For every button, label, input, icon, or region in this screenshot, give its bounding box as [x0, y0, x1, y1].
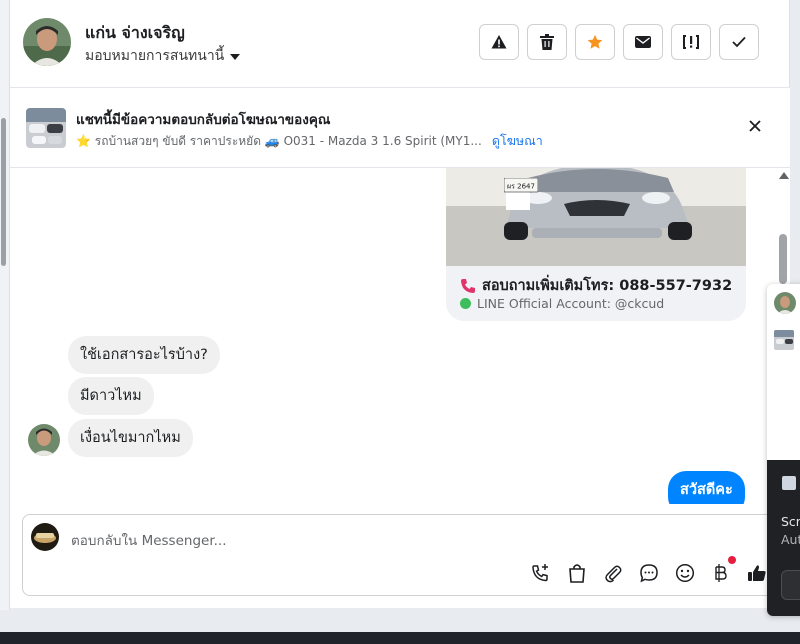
- notification-subtitle: Aut: [781, 532, 800, 547]
- contact-name[interactable]: แก่น จ่างเจริญ: [85, 21, 185, 46]
- star-button[interactable]: [575, 24, 615, 60]
- card-line-text: LINE Official Account: @ckcud: [477, 296, 665, 311]
- thumbs-up-icon: [748, 565, 766, 581]
- composer-toolbar: [528, 556, 770, 586]
- popup-avatar[interactable]: [774, 292, 796, 314]
- ad-banner-description-row: ⭐ รถบ้านสวยๆ ขับดี ราคาประหยัด 🚙 O031 - …: [76, 131, 543, 151]
- delete-button[interactable]: [527, 24, 567, 60]
- call-button[interactable]: [528, 560, 554, 586]
- star-icon: [587, 34, 603, 49]
- view-ad-link[interactable]: ดูโฆษณา: [492, 131, 543, 151]
- incoming-message[interactable]: มีดาวไหม: [68, 377, 154, 415]
- attach-button[interactable]: [600, 560, 626, 586]
- saved-replies-button[interactable]: [636, 560, 662, 586]
- message-thread[interactable]: ผร 2647 สอบถามเพิ่มเติมโทร: 088-557-7932…: [10, 168, 790, 504]
- ad-message-card[interactable]: ผร 2647 สอบถามเพิ่มเติมโทร: 088-557-7932…: [446, 168, 746, 321]
- notification-action-button[interactable]: [781, 570, 800, 600]
- phone-icon: [461, 278, 475, 293]
- mark-unread-button[interactable]: [623, 24, 663, 60]
- phone-plus-icon: [532, 564, 548, 582]
- ad-banner-title: แชทนี้มีข้อความตอบกลับต่อโฆษณาของคุณ: [76, 112, 331, 128]
- incoming-message[interactable]: เงื่อนไขมากไหม: [68, 419, 193, 457]
- svg-text:ผร 2647: ผร 2647: [507, 183, 535, 191]
- chat-bubble-icon: [640, 564, 658, 583]
- sender-avatar: [28, 424, 60, 456]
- close-icon: [749, 120, 761, 132]
- trash-icon: [540, 34, 554, 50]
- thread-scrollbar-thumb[interactable]: [779, 234, 787, 284]
- ad-banner-description: ⭐ รถบ้านสวยๆ ขับดี ราคาประหยัด 🚙 O031 - …: [76, 133, 482, 148]
- shopping-bag-icon: [569, 564, 585, 583]
- os-taskbar: [0, 632, 800, 644]
- app-icon: [782, 476, 796, 490]
- header-actions: [479, 24, 759, 60]
- page-avatar: [31, 523, 59, 551]
- warning-icon: [491, 35, 507, 49]
- side-popup: Scr Aut: [767, 284, 800, 616]
- notification-title: Scr: [781, 514, 800, 529]
- ad-reply-banner: แชทนี้มีข้อความตอบกลับต่อโฆษณาของคุณ ⭐ ร…: [10, 88, 790, 168]
- contact-avatar[interactable]: [23, 18, 71, 66]
- license-plate: ผร 2647: [504, 178, 538, 193]
- popup-ad-thumbnail[interactable]: [774, 330, 794, 350]
- assign-conversation-dropdown[interactable]: มอบหมายการสนทนานี้: [85, 45, 241, 67]
- emoji-button[interactable]: [672, 560, 698, 586]
- assign-label: มอบหมายการสนทนานี้: [85, 48, 225, 64]
- smiley-icon: [675, 563, 695, 583]
- card-phone-text: สอบถามเพิ่มเติมโทร: 088-557-7932: [482, 278, 733, 294]
- follow-up-icon: [683, 35, 699, 49]
- left-scrollbar[interactable]: [0, 0, 10, 610]
- reply-composer[interactable]: ตอบกลับใน Messenger...: [22, 514, 779, 596]
- incoming-message[interactable]: ใช้เอกสารอะไรบ้าง?: [68, 336, 220, 374]
- conversation-panel: แก่น จ่างเจริญ มอบหมายการสนทนานี้ แชทนี้…: [10, 0, 790, 608]
- baht-icon: [715, 564, 727, 582]
- payment-button[interactable]: [708, 556, 736, 586]
- conversation-header: แก่น จ่างเจริญ มอบหมายการสนทนานี้: [10, 0, 790, 88]
- line-status-icon: [460, 298, 471, 309]
- close-banner-button[interactable]: [745, 116, 765, 136]
- check-icon: [732, 36, 746, 48]
- chevron-down-icon: [230, 53, 241, 60]
- shop-button[interactable]: [564, 560, 590, 586]
- report-button[interactable]: [479, 24, 519, 60]
- reply-input[interactable]: ตอบกลับใน Messenger...: [71, 529, 227, 551]
- ad-thumbnail[interactable]: [26, 108, 66, 148]
- outgoing-message[interactable]: สวัสดีคะ: [668, 471, 745, 504]
- card-phone-row: สอบถามเพิ่มเติมโทร: 088-557-7932: [460, 274, 732, 297]
- notification-dot: [728, 556, 736, 564]
- car-photo: [446, 168, 746, 266]
- paperclip-icon: [605, 565, 622, 583]
- envelope-icon: [635, 36, 651, 48]
- mark-done-button[interactable]: [719, 24, 759, 60]
- follow-up-button[interactable]: [671, 24, 711, 60]
- scroll-up-arrow-icon[interactable]: [779, 172, 789, 179]
- left-scrollbar-thumb[interactable]: [1, 118, 6, 266]
- card-line-row: LINE Official Account: @ckcud: [460, 296, 664, 311]
- popup-notification[interactable]: Scr Aut: [767, 460, 800, 616]
